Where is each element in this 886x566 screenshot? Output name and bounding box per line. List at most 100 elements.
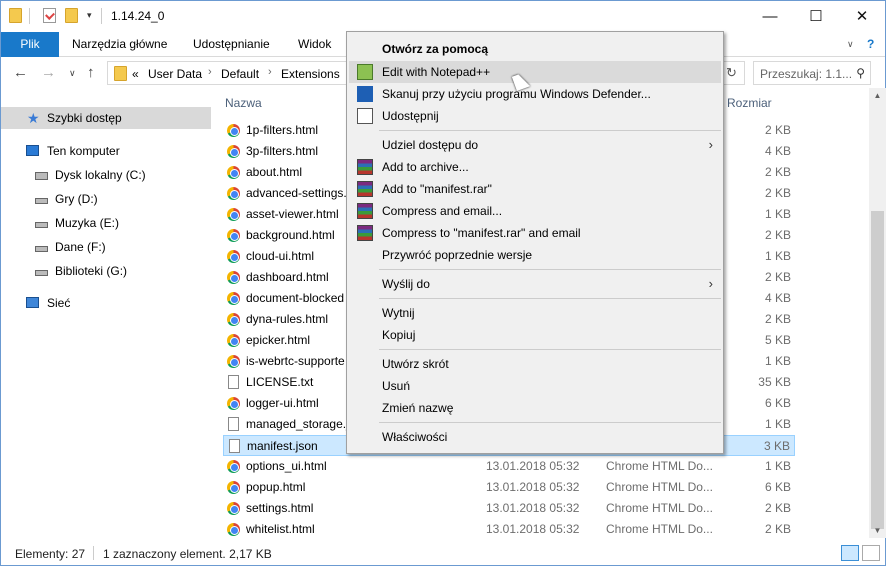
menu-item-edit-notepadpp[interactable]: Edit with Notepad++ [349, 61, 721, 83]
up-arrow-icon[interactable]: ↑ [87, 64, 95, 81]
file-name: dyna-rules.html [246, 312, 329, 326]
nav-item-network[interactable]: Sieć [1, 292, 211, 314]
menu-item-share[interactable]: Udostępnij [349, 105, 721, 127]
nav-item-drive-e[interactable]: Muzyka (E:) [1, 212, 211, 234]
nav-item-label: Szybki dostęp [47, 111, 122, 125]
file-row[interactable]: options_ui.html 13.01.2018 05:32 Chrome HT… [223, 456, 795, 477]
file-size: 1 KB [764, 459, 791, 473]
large-icons-view-icon[interactable] [862, 545, 880, 561]
scroll-up-icon[interactable]: ▲ [869, 91, 886, 100]
chrome-html-icon [227, 313, 240, 326]
back-arrow-icon[interactable]: ← [13, 64, 28, 81]
breadcrumb-overflow[interactable]: « [132, 67, 139, 81]
scroll-thumb[interactable] [871, 211, 884, 529]
file-size: 4 KB [764, 144, 791, 158]
context-menu: Otwórz za pomocą Edit with Notepad++ Ska… [346, 31, 724, 454]
chrome-html-icon [227, 502, 240, 515]
menu-item-create-shortcut[interactable]: Utwórz skrót [349, 353, 721, 375]
file-name: dashboard.html [246, 270, 329, 284]
item-count: Elementy: 27 [15, 547, 86, 561]
menu-item-rename[interactable]: Zmień nazwę [349, 397, 721, 419]
winrar-icon [357, 203, 373, 219]
recent-locations-icon[interactable]: ∨ [69, 68, 76, 79]
file-row[interactable]: popup.html 13.01.2018 05:32 Chrome HTML Do… [223, 477, 795, 498]
file-name: background.html [246, 228, 335, 242]
document-icon [229, 439, 240, 453]
menu-item-label: Compress and email... [382, 204, 503, 218]
chrome-html-icon [227, 397, 240, 410]
properties-icon[interactable] [43, 8, 56, 23]
new-folder-icon[interactable] [65, 8, 78, 23]
minimize-button[interactable]: — [747, 1, 793, 32]
nav-item-drive-d[interactable]: Gry (D:) [1, 188, 211, 210]
menu-item-properties[interactable]: Właściwości [349, 426, 721, 448]
tab-home[interactable]: Narzędzia główne [72, 32, 167, 57]
file-size: 3 KB [763, 439, 790, 453]
network-icon [26, 297, 39, 308]
menu-item-compress-email[interactable]: Compress and email... [349, 200, 721, 222]
help-icon[interactable]: ? [867, 32, 874, 57]
menu-item-restore-versions[interactable]: Przywróć poprzednie wersje [349, 244, 721, 266]
nav-item-this-pc[interactable]: Ten komputer [1, 140, 211, 162]
breadcrumb-default[interactable]: Default [221, 67, 259, 81]
file-size: 1 KB [764, 354, 791, 368]
nav-item-label: Gry (D:) [55, 192, 98, 206]
file-name: about.html [246, 165, 303, 179]
chrome-html-icon [227, 271, 240, 284]
drive-icon [35, 246, 48, 252]
explorer-window: ▾ 1.14.24_0 — ☐ ✕ Plik Narzędzia główne … [0, 0, 886, 566]
chevron-right-icon[interactable]: › [208, 66, 212, 78]
menu-item-defender-scan[interactable]: Skanuj przy użyciu programu Windows Defe… [349, 83, 721, 105]
chrome-html-icon [227, 481, 240, 494]
drive-icon [35, 198, 48, 204]
breadcrumb-user-data[interactable]: User Data [148, 67, 202, 81]
winrar-icon [357, 225, 373, 241]
file-size: 1 KB [764, 249, 791, 263]
nav-item-drive-c[interactable]: Dysk lokalny (C:) [1, 164, 211, 186]
column-header-size[interactable]: Rozmiar [727, 96, 772, 110]
scroll-down-icon[interactable]: ▼ [869, 526, 886, 535]
menu-item-send-to[interactable]: Wyślij do › [349, 273, 721, 295]
maximize-button[interactable]: ☐ [793, 1, 839, 32]
chrome-html-icon [227, 355, 240, 368]
chrome-html-icon [227, 187, 240, 200]
file-row[interactable]: settings.html 13.01.2018 05:32 Chrome HTML… [223, 498, 795, 519]
menu-item-add-archive[interactable]: Add to archive... [349, 156, 721, 178]
tab-view[interactable]: Widok [298, 32, 331, 57]
file-name: popup.html [246, 480, 306, 494]
search-input[interactable]: Przeszukaj: 1.1... ⚲ [753, 61, 871, 85]
menu-item-give-access[interactable]: Udziel dostępu do › [349, 134, 721, 156]
menu-item-delete[interactable]: Usuń [349, 375, 721, 397]
menu-item-add-manifest-rar[interactable]: Add to "manifest.rar" [349, 178, 721, 200]
tab-share[interactable]: Udostępnianie [193, 32, 270, 57]
nav-item-drive-g[interactable]: Biblioteki (G:) [1, 260, 211, 282]
folder-icon [9, 8, 22, 23]
notepadpp-icon [357, 64, 373, 80]
details-view-icon[interactable] [841, 545, 859, 561]
tab-file[interactable]: Plik [1, 32, 59, 57]
column-header-name[interactable]: Nazwa [225, 96, 262, 110]
menu-item-cut[interactable]: Wytnij [349, 302, 721, 324]
chevron-down-icon[interactable]: ∨ [847, 32, 854, 57]
file-size: 2 KB [764, 522, 791, 536]
chevron-right-icon[interactable]: › [268, 66, 272, 78]
nav-item-quick-access[interactable]: ★ Szybki dostęp [1, 107, 211, 129]
breadcrumb-extensions[interactable]: Extensions [281, 67, 340, 81]
forward-arrow-icon[interactable]: → [41, 64, 56, 81]
nav-item-drive-f[interactable]: Dane (F:) [1, 236, 211, 258]
chrome-html-icon [227, 145, 240, 158]
quick-access-dropdown-icon[interactable]: ▾ [87, 10, 92, 21]
menu-item-copy[interactable]: Kopiuj [349, 324, 721, 346]
menu-divider [379, 422, 721, 423]
file-row[interactable]: whitelist.html 13.01.2018 05:32 Chrome HTM… [223, 519, 795, 540]
drive-icon [35, 270, 48, 276]
search-icon[interactable]: ⚲ [856, 66, 865, 80]
close-button[interactable]: ✕ [839, 1, 885, 32]
file-type: Chrome HTML Do... [606, 480, 713, 494]
share-icon [357, 108, 373, 124]
menu-item-label: Otwórz za pomocą [382, 42, 489, 56]
menu-item-compress-manifest-email[interactable]: Compress to "manifest.rar" and email [349, 222, 721, 244]
menu-item-open-with[interactable]: Otwórz za pomocą [349, 38, 721, 60]
menu-item-label: Usuń [382, 379, 411, 393]
vertical-scrollbar[interactable]: ▲ ▼ [869, 88, 886, 538]
